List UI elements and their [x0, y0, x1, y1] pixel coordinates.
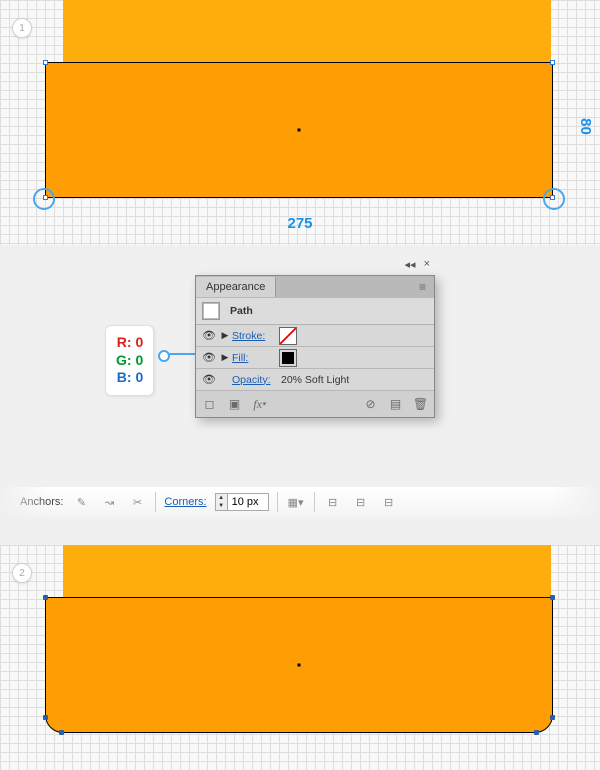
- align-left-icon[interactable]: ⊟: [323, 493, 343, 511]
- handle-top-left[interactable]: [43, 60, 48, 65]
- opacity-row[interactable]: 👁 Opacity: 20% Soft Light: [196, 369, 434, 391]
- anchors-label: Anchors:: [20, 496, 63, 508]
- background-shape: [63, 0, 551, 62]
- fx-menu-icon[interactable]: fx▾: [252, 397, 267, 412]
- panel-footer: ◻ ▣ fx▾ ⊘ ▤ 🗑: [196, 391, 434, 417]
- step-badge-1: 1: [12, 18, 32, 38]
- handle-top-right[interactable]: [550, 60, 555, 65]
- opacity-label[interactable]: Opacity:: [232, 374, 279, 386]
- corner-radius-stepper[interactable]: ▲▼: [215, 493, 269, 511]
- fill-swatch[interactable]: [279, 349, 297, 367]
- align-to-pixel-icon[interactable]: ▦▾: [286, 493, 306, 511]
- stepper-up-icon[interactable]: ▲: [216, 494, 227, 502]
- toggle-layers-icon[interactable]: ▣: [227, 397, 242, 412]
- object-type-label: Path: [230, 305, 253, 317]
- anchor-point[interactable]: [43, 595, 48, 600]
- rounded-rectangle[interactable]: [45, 597, 553, 733]
- appearance-panel: ◂◂ × Appearance ≡ Path 👁 ▶ Stroke: 👁 ▶ F…: [195, 275, 435, 418]
- panel-area: R: 0 G: 0 B: 0 ◂◂ × Appearance ≡ Path 👁 …: [0, 245, 600, 545]
- stroke-swatch[interactable]: [279, 327, 297, 345]
- delete-item-icon[interactable]: 🗑: [413, 397, 428, 412]
- flyout-menu-icon[interactable]: ≡: [415, 280, 430, 295]
- selected-rectangle[interactable]: [45, 62, 553, 198]
- expand-fill-icon[interactable]: ▶: [218, 352, 232, 363]
- anchor-point[interactable]: [43, 715, 48, 720]
- width-dimension-label: 275: [287, 215, 312, 232]
- close-icon[interactable]: ×: [424, 258, 430, 271]
- fill-row[interactable]: 👁 ▶ Fill:: [196, 347, 434, 369]
- appearance-tab[interactable]: Appearance: [196, 277, 276, 297]
- step-badge-2: 2: [12, 563, 32, 583]
- rgb-g-value: G: 0: [116, 352, 143, 370]
- corner-annotation-left-icon: [33, 188, 55, 210]
- separator-icon: [277, 492, 278, 512]
- anchor-point[interactable]: [550, 715, 555, 720]
- clear-appearance-icon[interactable]: ⊘: [363, 397, 378, 412]
- anchor-point[interactable]: [550, 595, 555, 600]
- collapse-icon[interactable]: ◂◂: [405, 258, 416, 271]
- background-shape: [63, 545, 551, 597]
- panel-flyout-controls: ◂◂ ×: [405, 258, 430, 271]
- convert-corner-icon[interactable]: ✎: [71, 493, 91, 511]
- rgb-b-value: B: 0: [116, 369, 143, 387]
- align-center-icon[interactable]: ⊟: [351, 493, 371, 511]
- artboard-step-2: 2: [0, 545, 600, 770]
- stepper-down-icon[interactable]: ▼: [216, 502, 227, 510]
- cut-path-icon[interactable]: ✂: [127, 493, 147, 511]
- object-thumbnail-icon: [202, 302, 220, 320]
- corner-annotation-right-icon: [543, 188, 565, 210]
- stroke-row[interactable]: 👁 ▶ Stroke:: [196, 325, 434, 347]
- height-dimension-label: 80: [577, 118, 594, 135]
- align-right-icon[interactable]: ⊟: [379, 493, 399, 511]
- new-art-toggle-icon[interactable]: ◻: [202, 397, 217, 412]
- control-bar: Anchors: ✎ ↝ ✂ Corners: ▲▼ ▦▾ ⊟ ⊟ ⊟: [0, 487, 600, 517]
- object-row[interactable]: Path: [196, 298, 434, 325]
- stroke-label[interactable]: Stroke:: [232, 330, 277, 342]
- convert-smooth-icon[interactable]: ↝: [99, 493, 119, 511]
- visibility-toggle-opacity[interactable]: 👁: [200, 373, 218, 386]
- expand-stroke-icon[interactable]: ▶: [218, 330, 232, 341]
- visibility-toggle-fill[interactable]: 👁: [200, 351, 218, 364]
- corners-label[interactable]: Corners:: [164, 496, 206, 508]
- rgb-callout: R: 0 G: 0 B: 0: [105, 325, 154, 396]
- anchor-point[interactable]: [59, 730, 64, 735]
- rgb-r-value: R: 0: [116, 334, 143, 352]
- center-point-icon: [298, 129, 301, 132]
- corner-radius-input[interactable]: [228, 496, 268, 508]
- duplicate-item-icon[interactable]: ▤: [388, 397, 403, 412]
- panel-tab-bar: Appearance ≡: [196, 276, 434, 298]
- separator-icon: [155, 492, 156, 512]
- fill-label[interactable]: Fill:: [232, 352, 277, 364]
- opacity-value: 20% Soft Light: [281, 374, 349, 386]
- artboard-step-1: 1 275 80: [0, 0, 600, 245]
- separator-icon: [314, 492, 315, 512]
- visibility-toggle-stroke[interactable]: 👁: [200, 329, 218, 342]
- center-point-icon: [298, 664, 301, 667]
- anchor-point[interactable]: [534, 730, 539, 735]
